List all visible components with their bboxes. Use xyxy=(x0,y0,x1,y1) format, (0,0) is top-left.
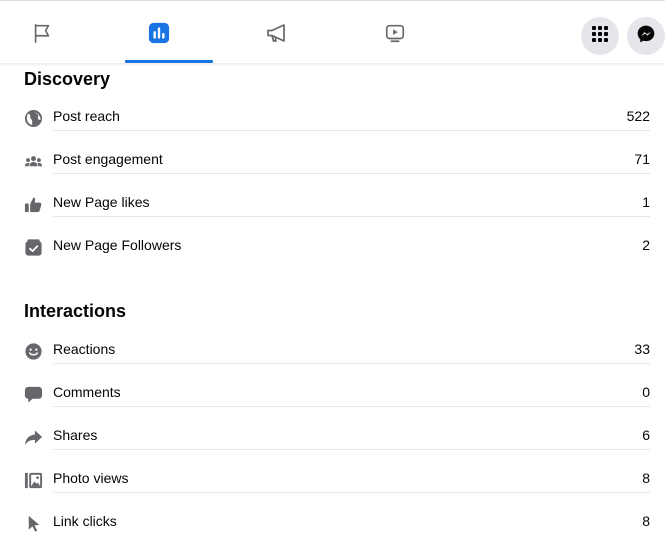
row-label: New Page likes xyxy=(53,194,150,210)
menu-grid-icon xyxy=(591,25,609,48)
thumbs-up-icon xyxy=(24,195,43,214)
row-value: 2 xyxy=(642,237,650,253)
smiley-icon xyxy=(24,342,43,361)
list-item[interactable]: New Page Followers 2 xyxy=(24,232,650,260)
list-item[interactable]: Post reach 522 xyxy=(24,103,650,131)
row-label: New Page Followers xyxy=(53,237,182,253)
row-label: Reactions xyxy=(53,341,116,357)
list-item[interactable]: Link clicks 8 xyxy=(24,508,650,536)
messenger-icon xyxy=(636,24,656,49)
row-divider xyxy=(53,406,650,407)
row-divider xyxy=(53,492,650,493)
row-divider xyxy=(53,130,650,131)
row-value: 1 xyxy=(642,194,650,210)
row-value: 0 xyxy=(642,384,650,400)
list-item[interactable]: Post engagement 71 xyxy=(24,146,650,174)
row-divider xyxy=(53,449,650,450)
megaphone-icon xyxy=(265,21,289,45)
list-item[interactable]: Comments 0 xyxy=(24,379,650,407)
list-item[interactable]: Reactions 33 xyxy=(24,336,650,364)
row-value: 6 xyxy=(642,427,650,443)
list-item[interactable]: Shares 6 xyxy=(24,422,650,450)
people-icon xyxy=(24,152,43,171)
nav-shadow xyxy=(0,63,665,67)
row-divider xyxy=(53,363,650,364)
globe-icon xyxy=(24,109,43,128)
list-item[interactable]: New Page likes 1 xyxy=(24,189,650,217)
row-value: 522 xyxy=(626,108,650,124)
row-value: 8 xyxy=(642,470,650,486)
row-label: Shares xyxy=(53,427,98,443)
share-icon xyxy=(24,428,43,447)
photo-icon xyxy=(24,471,43,490)
tab-insights[interactable] xyxy=(139,13,179,53)
row-label: Post reach xyxy=(53,108,120,124)
bar-chart-icon xyxy=(148,22,170,44)
section-title-interactions: Interactions xyxy=(24,301,127,321)
play-icon xyxy=(384,22,406,44)
flag-icon xyxy=(31,22,53,44)
tab-ads[interactable] xyxy=(257,13,297,53)
messenger-button[interactable] xyxy=(627,17,665,55)
row-label: Link clicks xyxy=(53,513,117,529)
row-divider xyxy=(53,173,650,174)
row-label: Post engagement xyxy=(53,151,163,167)
cursor-icon xyxy=(24,514,43,533)
row-value: 71 xyxy=(634,151,650,167)
tab-page[interactable] xyxy=(22,13,62,53)
menu-button[interactable] xyxy=(581,17,619,55)
page-nav-bar xyxy=(0,1,665,63)
row-divider xyxy=(53,216,650,217)
tab-video[interactable] xyxy=(375,13,415,53)
row-label: Photo views xyxy=(53,470,129,486)
row-value: 8 xyxy=(642,513,650,529)
follow-icon xyxy=(24,238,43,257)
list-item[interactable]: Photo views 8 xyxy=(24,465,650,493)
row-label: Comments xyxy=(53,384,121,400)
section-title-discovery: Discovery xyxy=(24,69,111,89)
comment-icon xyxy=(24,385,43,404)
row-value: 33 xyxy=(634,341,650,357)
